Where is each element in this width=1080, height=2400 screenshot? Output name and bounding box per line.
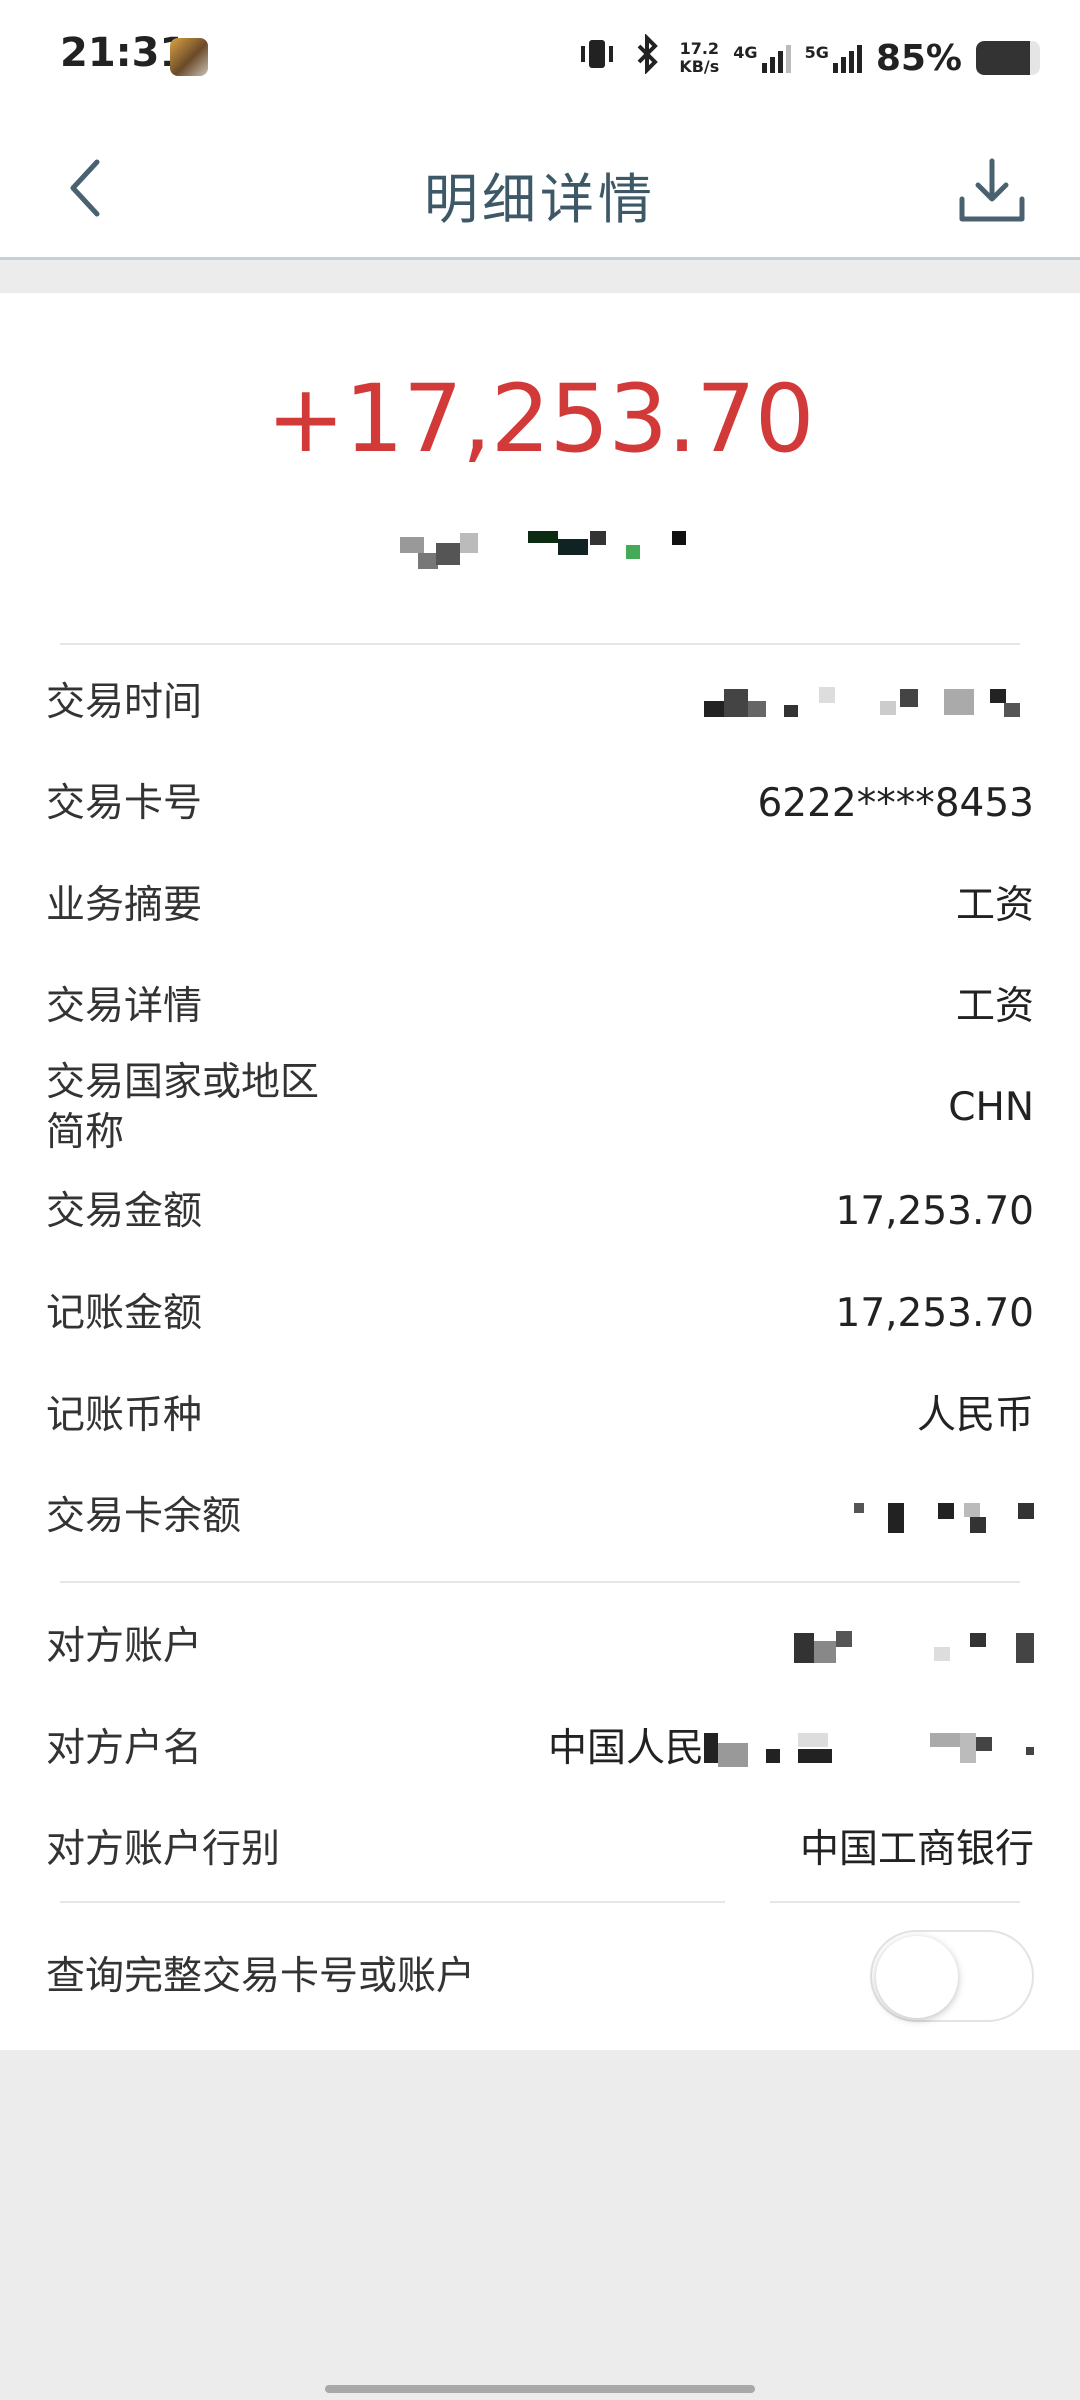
row-label: 对方账户	[46, 1624, 203, 1669]
signal-4g: 4G	[733, 43, 791, 73]
transaction-amount: +17,253.70	[266, 365, 814, 474]
row-value: CHN	[948, 1085, 1034, 1130]
redacted-value	[704, 1729, 1034, 1769]
bluetooth-icon	[631, 32, 665, 83]
row-label: 记账金额	[46, 1291, 203, 1336]
detail-row-counter-bank: 对方账户行别 中国工商银行	[46, 1820, 1034, 1880]
signal-icon	[761, 43, 791, 73]
network-5g-label: 5G	[804, 43, 829, 62]
home-indicator[interactable]	[325, 2385, 755, 2393]
status-bar: 21:31 17.2 KB/s 4G 5G 85%	[0, 0, 1080, 115]
redacted-account-name	[400, 523, 700, 573]
download-button[interactable]	[954, 153, 1030, 229]
row-label: 交易时间	[46, 680, 203, 725]
counter-name-value: 中国人民	[548, 1724, 1034, 1774]
battery-icon	[976, 41, 1040, 75]
row-label: 交易详情	[46, 984, 203, 1029]
detail-row-posted-amount: 记账金额 17,253.70	[46, 1284, 1034, 1344]
row-label: 记账币种	[46, 1393, 203, 1438]
signal-icon	[832, 43, 862, 73]
row-label: 对方户名	[46, 1726, 203, 1771]
detail-card: +17,253.70 交易时间 交易卡号 6222****8453 业务摘要 工…	[0, 293, 1080, 2050]
detail-row-currency: 记账币种 人民币	[46, 1386, 1034, 1446]
detail-row-time: 交易时间	[46, 673, 1034, 733]
network-speed-value: 17.2	[679, 39, 720, 58]
row-label: 业务摘要	[46, 883, 203, 928]
divider	[60, 1581, 1020, 1583]
row-label: 对方账户行别	[46, 1827, 281, 1872]
row-label: 交易国家或地区 简称	[46, 1058, 319, 1158]
divider	[60, 1901, 725, 1903]
vibrate-icon	[577, 34, 617, 83]
detail-row-country: 交易国家或地区 简称 CHN	[46, 1058, 1034, 1158]
redacted-value	[854, 1497, 1034, 1537]
separator-band	[0, 263, 1080, 293]
detail-row-summary: 业务摘要 工资	[46, 876, 1034, 936]
detail-row-balance: 交易卡余额	[46, 1487, 1034, 1547]
page-title: 明细详情	[424, 168, 656, 231]
nav-bar: 明细详情	[0, 115, 1080, 260]
battery-fill	[976, 41, 1031, 75]
row-value-prefix: 中国人民	[547, 1726, 704, 1771]
row-label: 交易卡余额	[46, 1494, 242, 1539]
network-speed-unit: KB/s	[679, 57, 720, 76]
row-value: 17,253.70	[835, 1291, 1035, 1336]
signal-5g: 5G	[805, 43, 862, 73]
row-value: 17,253.70	[835, 1189, 1035, 1234]
network-speed: 17.2 KB/s	[679, 40, 719, 76]
battery-percent: 85%	[875, 37, 962, 79]
toggle-label: 查询完整交易卡号或账户	[46, 1954, 476, 1999]
full-number-toggle[interactable]	[870, 1930, 1034, 2022]
divider	[60, 643, 1020, 645]
row-label-line1: 交易国家或地区	[46, 1060, 320, 1105]
row-value: 6222****8453	[757, 781, 1034, 826]
download-icon	[959, 158, 1025, 222]
row-value: 人民币	[916, 1393, 1034, 1438]
detail-row-trans-amount: 交易金额 17,253.70	[46, 1182, 1034, 1242]
row-value: 中国工商银行	[799, 1827, 1034, 1872]
divider	[770, 1901, 1020, 1903]
redacted-value	[794, 1627, 1034, 1667]
full-number-toggle-row: 查询完整交易卡号或账户	[46, 1947, 840, 2007]
app-notification-icon	[170, 38, 208, 76]
row-label: 交易卡号	[46, 781, 203, 826]
detail-row-card-number: 交易卡号 6222****8453	[46, 774, 1034, 834]
status-icons: 17.2 KB/s 4G 5G 85%	[577, 30, 1040, 86]
row-label: 交易金额	[46, 1189, 203, 1234]
network-4g-label: 4G	[733, 43, 758, 62]
row-value: 工资	[955, 883, 1034, 928]
row-label-line2: 简称	[46, 1110, 125, 1155]
detail-row-counter-name: 对方户名 中国人民	[46, 1719, 1034, 1779]
status-time: 21:31	[60, 30, 188, 76]
row-value: 工资	[955, 984, 1034, 1029]
toggle-knob	[876, 1936, 958, 2018]
detail-row-details: 交易详情 工资	[46, 977, 1034, 1037]
redacted-value	[704, 683, 1034, 723]
detail-row-counter-account: 对方账户	[46, 1617, 1034, 1677]
